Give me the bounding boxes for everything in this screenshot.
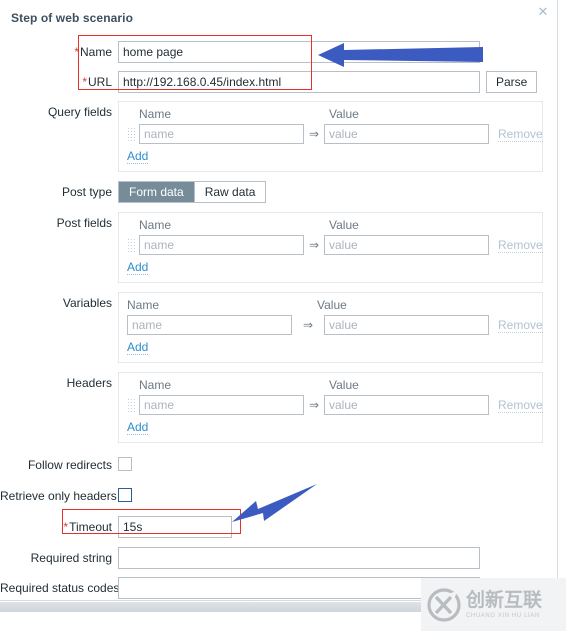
kv-header-value: Value bbox=[329, 218, 359, 232]
row-post-type: Post type Form data Raw data bbox=[0, 181, 558, 203]
remove-link[interactable]: Remove bbox=[498, 238, 543, 253]
parse-button[interactable]: Parse bbox=[486, 71, 538, 93]
kv-header-value: Value bbox=[317, 298, 347, 312]
kv-header-name: Name bbox=[139, 218, 172, 232]
kv-header: Name Value bbox=[127, 298, 534, 312]
post-field-value-input[interactable] bbox=[324, 235, 489, 255]
query-fields-box: Name Value ⇒ Remove Add bbox=[118, 101, 543, 172]
double-arrow-icon: ⇒ bbox=[308, 127, 320, 141]
row-follow-redirects: Follow redirects bbox=[0, 454, 558, 476]
remove-link[interactable]: Remove bbox=[498, 318, 543, 333]
required-string-label: Required string bbox=[30, 551, 112, 565]
drag-handle-icon[interactable] bbox=[127, 398, 135, 412]
drag-handle-icon[interactable] bbox=[127, 127, 135, 141]
row-post-fields: Post fields Name Value ⇒ Remove Add bbox=[0, 212, 558, 283]
kv-header-value: Value bbox=[329, 378, 359, 392]
drag-handle-icon[interactable] bbox=[127, 238, 135, 252]
kv-row: ⇒ Remove bbox=[127, 315, 543, 335]
variable-value-input[interactable] bbox=[324, 315, 489, 335]
kv-row: ⇒ Remove bbox=[127, 235, 543, 255]
query-field-name-input[interactable] bbox=[139, 124, 304, 144]
row-timeout: *Timeout bbox=[0, 516, 558, 538]
follow-redirects-label: Follow redirects bbox=[27, 458, 112, 472]
post-type-option-raw-data[interactable]: Raw data bbox=[194, 182, 266, 202]
row-query-fields: Query fields Name Value ⇒ Remove Add bbox=[0, 101, 558, 172]
variables-box: Name Value ⇒ Remove Add bbox=[118, 292, 543, 363]
add-link[interactable]: Add bbox=[127, 421, 149, 435]
kv-header-name: Name bbox=[139, 378, 172, 392]
row-headers: Headers Name Value ⇒ Remove Add bbox=[0, 372, 558, 443]
add-link[interactable]: Add bbox=[127, 341, 149, 355]
header-value-input[interactable] bbox=[324, 395, 489, 415]
page-title: Step of web scenario bbox=[11, 11, 134, 25]
required-string-input[interactable] bbox=[118, 547, 480, 569]
dialog-bottom-strip bbox=[0, 602, 558, 612]
retrieve-only-headers-checkbox[interactable] bbox=[118, 488, 132, 502]
add-link[interactable]: Add bbox=[127, 261, 149, 275]
row-retrieve-only-headers: Retrieve only headers bbox=[0, 485, 558, 507]
required-marker: * bbox=[63, 520, 69, 534]
name-label: *Name bbox=[74, 45, 112, 59]
kv-header: Name Value bbox=[127, 218, 534, 232]
required-status-codes-input[interactable] bbox=[118, 577, 480, 599]
remove-link[interactable]: Remove bbox=[498, 398, 543, 413]
kv-header: Name Value bbox=[127, 107, 534, 121]
header-name-input[interactable] bbox=[139, 395, 304, 415]
remove-link[interactable]: Remove bbox=[498, 127, 543, 142]
row-url: *URL Parse bbox=[0, 71, 558, 93]
follow-redirects-checkbox[interactable] bbox=[118, 457, 132, 471]
step-form: *Name *URL Parse Query fields Name Value… bbox=[0, 31, 558, 599]
double-arrow-icon: ⇒ bbox=[308, 398, 320, 412]
required-marker: * bbox=[82, 75, 87, 89]
post-fields-label: Post fields bbox=[56, 216, 112, 230]
step-dialog: Step of web scenario ✕ *Name *URL Parse … bbox=[0, 0, 558, 601]
post-type-label: Post type bbox=[61, 185, 112, 199]
query-field-value-input[interactable] bbox=[324, 124, 489, 144]
watermark-en: CHUANG XIN HU LIAN bbox=[466, 612, 540, 619]
post-fields-box: Name Value ⇒ Remove Add bbox=[118, 212, 543, 283]
row-required-status-codes: Required status codes bbox=[0, 577, 558, 599]
timeout-input[interactable] bbox=[118, 516, 232, 538]
query-fields-label: Query fields bbox=[47, 105, 112, 119]
row-variables: Variables Name Value ⇒ Remove Add bbox=[0, 292, 558, 363]
kv-row: ⇒ Remove bbox=[127, 124, 543, 144]
close-icon[interactable]: ✕ bbox=[535, 4, 551, 20]
page-right-edge bbox=[558, 0, 566, 631]
url-label: *URL bbox=[82, 75, 112, 89]
variables-label: Variables bbox=[62, 296, 112, 310]
post-field-name-input[interactable] bbox=[139, 235, 304, 255]
add-link[interactable]: Add bbox=[127, 150, 149, 164]
variable-name-input[interactable] bbox=[127, 315, 292, 335]
kv-row: ⇒ Remove bbox=[127, 395, 543, 415]
retrieve-only-headers-label: Retrieve only headers bbox=[0, 489, 117, 503]
post-type-option-form-data[interactable]: Form data bbox=[119, 182, 195, 202]
post-type-toggle: Form data Raw data bbox=[118, 181, 267, 203]
kv-header-value: Value bbox=[329, 107, 359, 121]
required-status-codes-label: Required status codes bbox=[0, 581, 120, 595]
url-input[interactable] bbox=[118, 71, 480, 93]
kv-header-name: Name bbox=[127, 298, 160, 312]
double-arrow-icon: ⇒ bbox=[308, 238, 320, 252]
timeout-label: *Timeout bbox=[63, 520, 112, 534]
kv-header-name: Name bbox=[139, 107, 172, 121]
name-input[interactable] bbox=[118, 41, 480, 63]
kv-header: Name Value bbox=[127, 378, 534, 392]
row-required-string: Required string bbox=[0, 547, 558, 569]
headers-box: Name Value ⇒ Remove Add bbox=[118, 372, 543, 443]
required-marker: * bbox=[74, 45, 79, 59]
headers-label: Headers bbox=[66, 376, 112, 390]
double-arrow-icon: ⇒ bbox=[302, 318, 314, 332]
dialog-header: Step of web scenario ✕ bbox=[0, 0, 558, 31]
row-name: *Name bbox=[0, 41, 558, 63]
